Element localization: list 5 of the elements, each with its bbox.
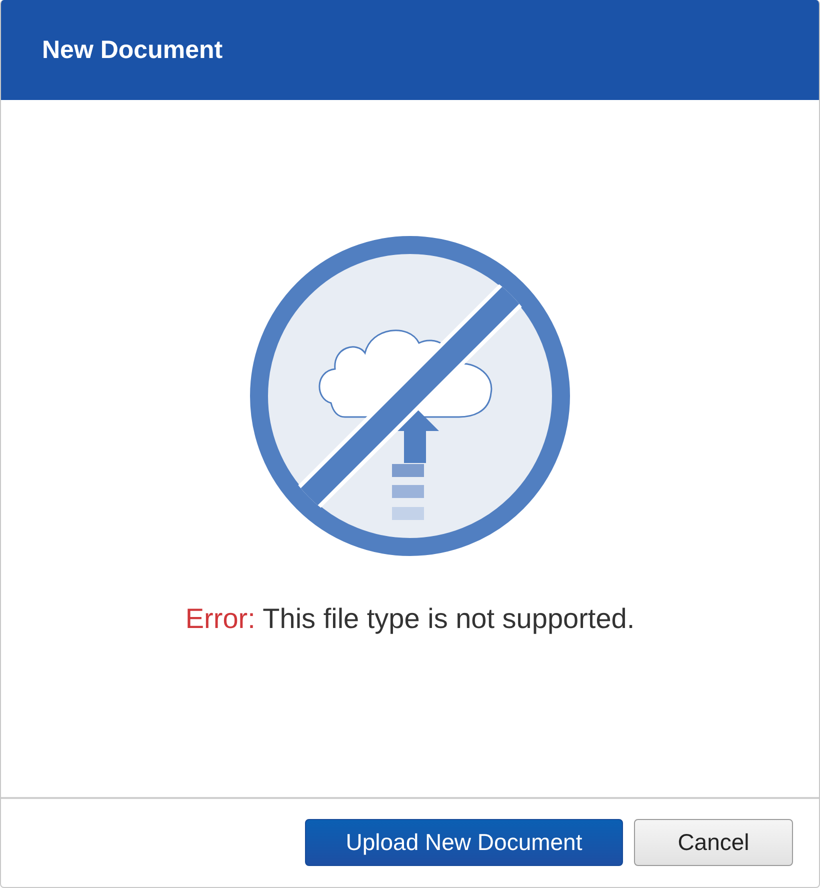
upload-blocked-icon xyxy=(249,235,571,557)
dialog-title: New Document xyxy=(42,36,223,64)
cancel-button[interactable]: Cancel xyxy=(634,819,793,866)
upload-button[interactable]: Upload New Document xyxy=(305,819,623,866)
error-message: Error: This file type is not supported. xyxy=(185,603,635,635)
